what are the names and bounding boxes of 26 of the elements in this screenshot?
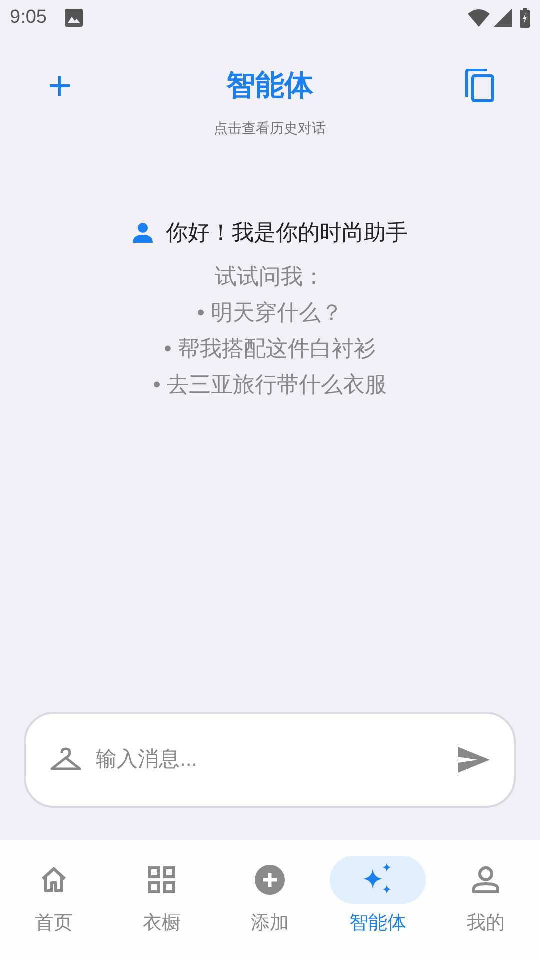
suggestion-text[interactable]: • 去三亚旅行带什么衣服 — [153, 367, 387, 403]
wifi-icon — [468, 9, 490, 27]
suggestion-text[interactable]: • 帮我搭配这件白衬衫 — [164, 331, 376, 367]
person-icon — [132, 222, 154, 244]
home-icon — [40, 867, 68, 893]
image-icon — [64, 9, 83, 27]
send-icon[interactable] — [458, 747, 490, 773]
status-time: 9:05 — [10, 6, 47, 30]
battery-icon — [520, 8, 530, 28]
page-title: 智能体 — [226, 69, 314, 104]
nav-tab[interactable]: 首页 — [0, 856, 108, 938]
message-input[interactable]: 输入消息... — [96, 744, 458, 776]
suggestion-text[interactable]: • 明天穿什么？ — [197, 295, 343, 331]
greeting-text: 你好！我是你的时尚助手 — [166, 219, 408, 247]
nav-tab[interactable]: 添加 — [216, 856, 324, 938]
add-icon — [255, 865, 285, 895]
plus-icon — [49, 75, 71, 97]
copy-icon — [465, 69, 495, 103]
grid-icon — [148, 866, 176, 894]
hanger-icon — [50, 747, 82, 773]
signal-icon — [494, 9, 512, 27]
nav-tab[interactable]: 衣橱 — [108, 856, 216, 938]
person-icon — [472, 866, 500, 894]
history-link[interactable]: 点击查看历史对话 — [214, 118, 326, 139]
nav-tab[interactable]: 我的 — [432, 856, 540, 938]
prompt-text: 试试问我： — [215, 263, 325, 291]
